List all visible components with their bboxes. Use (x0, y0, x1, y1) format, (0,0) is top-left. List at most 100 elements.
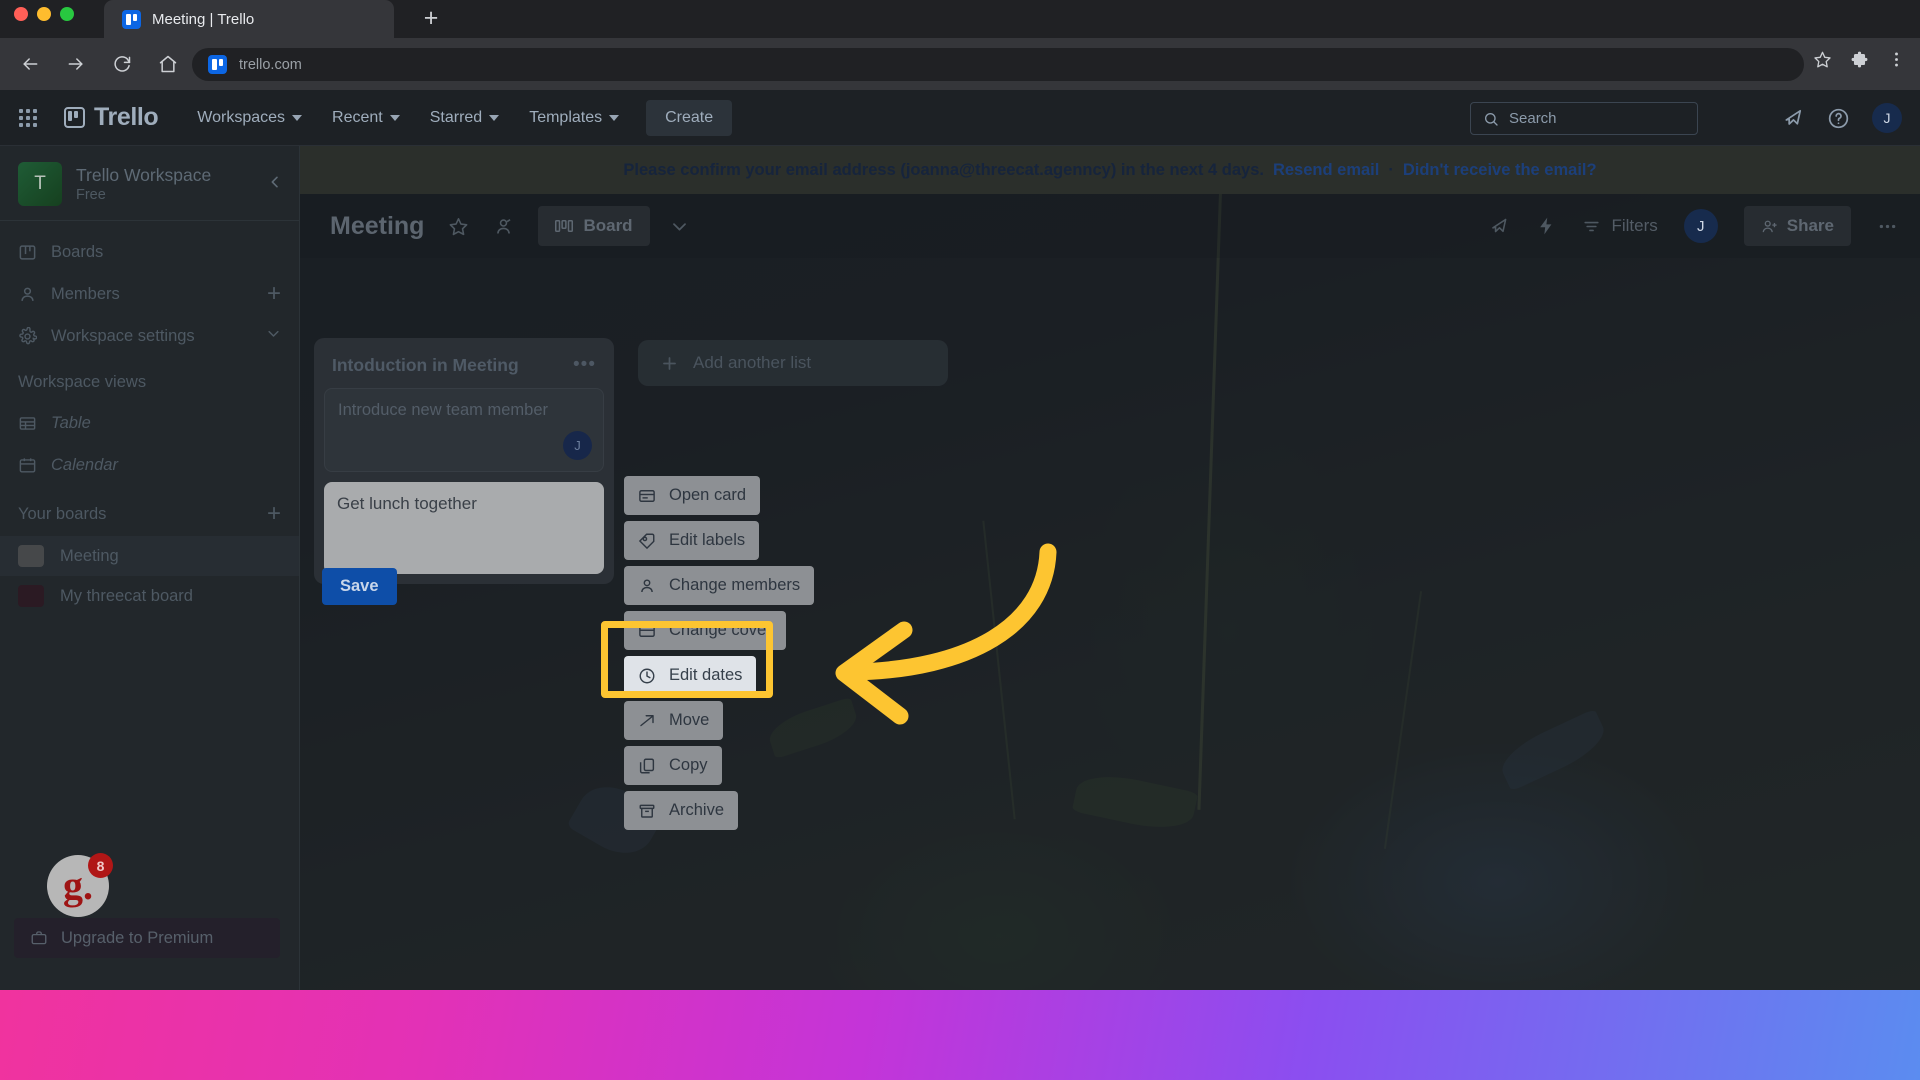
board-list: Intoduction in Meeting ••• Introduce new… (314, 338, 614, 584)
minimize-window-button[interactable] (37, 7, 51, 21)
rocket-icon[interactable] (1489, 216, 1510, 237)
add-member-button[interactable]: + (267, 282, 281, 306)
context-menu-item-change-members[interactable]: Change members (624, 566, 814, 605)
workspace-views-heading: Workspace views (0, 357, 299, 402)
browser-menu-icon[interactable] (1887, 50, 1906, 69)
add-another-list-button[interactable]: Add another list (638, 340, 948, 386)
workspace-header[interactable]: T Trello Workspace Free (0, 146, 299, 221)
reload-icon[interactable] (106, 48, 138, 80)
workspace-views-heading-label: Workspace views (18, 373, 146, 392)
card-icon (638, 487, 656, 505)
nav-templates[interactable]: Templates (518, 102, 630, 134)
address-bar[interactable]: trello.com (192, 48, 1804, 81)
close-window-button[interactable] (14, 7, 28, 21)
add-board-button[interactable]: + (267, 502, 281, 526)
sidebar-item-boards[interactable]: Boards (0, 231, 299, 273)
new-tab-button[interactable]: + (418, 6, 444, 32)
browser-tab-bar: Meeting | Trello + (0, 0, 1920, 38)
sidebar-item-boards-label: Boards (51, 243, 103, 262)
sidebar-board-meeting[interactable]: Meeting (0, 536, 299, 576)
list-header: Intoduction in Meeting ••• (324, 348, 604, 388)
site-favicon (208, 55, 227, 74)
board-member-avatar[interactable]: J (1684, 209, 1718, 243)
search-input[interactable]: Search (1470, 102, 1698, 135)
sidebar-item-members[interactable]: Members + (0, 273, 299, 315)
resend-email-link[interactable]: Resend email (1273, 161, 1379, 180)
home-icon[interactable] (152, 48, 184, 80)
your-boards-heading-label: Your boards (18, 505, 106, 524)
user-avatar[interactable]: J (1872, 103, 1902, 133)
context-menu-item-copy[interactable]: Copy (624, 746, 722, 785)
chevron-down-icon[interactable] (266, 326, 281, 346)
context-menu-item-label: Copy (669, 756, 708, 775)
board-header: Meeting Board (300, 194, 1920, 258)
context-menu-item-archive[interactable]: Archive (624, 791, 738, 830)
save-button[interactable]: Save (322, 568, 397, 605)
board-thumbnail (18, 545, 44, 567)
workspace-avatar: T (18, 162, 62, 206)
briefcase-icon (30, 929, 48, 947)
window-traffic-lights[interactable] (14, 7, 74, 21)
share-button[interactable]: Share (1744, 206, 1851, 246)
forward-icon[interactable] (60, 48, 92, 80)
notifications-icon[interactable] (1782, 107, 1805, 130)
grammarly-badge[interactable]: g. 8 (47, 855, 109, 917)
board-view-chip[interactable]: Board (538, 206, 649, 246)
lightning-icon[interactable] (1536, 216, 1556, 236)
context-menu-item-edit-labels[interactable]: Edit labels (624, 521, 759, 560)
didnt-receive-email-link[interactable]: Didn't receive the email? (1403, 161, 1597, 180)
sidebar-item-members-label: Members (51, 285, 120, 304)
nav-starred-label: Starred (430, 109, 482, 127)
gear-icon (18, 327, 37, 346)
maximize-window-button[interactable] (60, 7, 74, 21)
label-icon (638, 532, 656, 550)
extensions-icon[interactable] (1850, 50, 1869, 69)
card-item-selected[interactable]: Get lunch together (324, 482, 604, 574)
add-another-list-label: Add another list (693, 353, 811, 373)
collapse-sidebar-button[interactable] (267, 174, 283, 196)
star-icon[interactable] (448, 216, 469, 237)
chevron-down-icon (489, 115, 499, 121)
chevron-down-icon (390, 115, 400, 121)
app-switcher-icon[interactable] (19, 107, 41, 129)
back-icon[interactable] (14, 48, 46, 80)
bookmark-star-icon[interactable] (1813, 50, 1832, 69)
chevron-down-icon[interactable] (670, 217, 689, 236)
archive-icon (638, 802, 656, 820)
board-icon (18, 243, 37, 262)
create-button[interactable]: Create (646, 100, 732, 136)
nav-workspaces[interactable]: Workspaces (186, 102, 313, 134)
upgrade-to-premium-label: Upgrade to Premium (61, 929, 213, 948)
context-menu-item-move[interactable]: Move (624, 701, 723, 740)
help-icon[interactable] (1827, 107, 1850, 130)
context-menu-item-open-card[interactable]: Open card (624, 476, 760, 515)
sidebar-board-my-threecat-board[interactable]: My threecat board (0, 576, 299, 616)
browser-tab[interactable]: Meeting | Trello (104, 0, 394, 38)
list-menu-icon[interactable]: ••• (573, 354, 596, 376)
board-thumbnail (18, 585, 44, 607)
trello-top-navigation: Trello Workspaces Recent Starred Templat… (0, 90, 1920, 146)
sidebar-item-table[interactable]: Table (0, 402, 299, 444)
list-title[interactable]: Intoduction in Meeting (332, 355, 519, 376)
sidebar-item-calendar[interactable]: Calendar (0, 444, 299, 486)
sidebar-item-workspace-settings[interactable]: Workspace settings (0, 315, 299, 357)
bottom-gradient-strip (0, 990, 1920, 1080)
trello-logo[interactable]: Trello (64, 103, 158, 132)
trello-logo-icon (64, 107, 85, 128)
nav-recent[interactable]: Recent (321, 102, 411, 134)
board-visibility-icon[interactable] (493, 216, 514, 237)
card-item[interactable]: Introduce new team member J (324, 388, 604, 472)
filters-label: Filters (1611, 216, 1657, 236)
share-label: Share (1787, 216, 1834, 236)
context-menu-item-label: Move (669, 711, 709, 730)
upgrade-to-premium-button[interactable]: Upgrade to Premium (14, 918, 280, 958)
card-member-avatar: J (563, 431, 592, 460)
search-icon (1483, 111, 1499, 127)
annotation-highlight-box (601, 621, 773, 698)
filters-button[interactable]: Filters (1582, 216, 1657, 236)
board-view-label: Board (583, 216, 632, 236)
nav-starred[interactable]: Starred (419, 102, 510, 134)
board-more-menu-icon[interactable] (1877, 216, 1898, 237)
context-menu-item-label: Edit labels (669, 531, 745, 550)
card-title: Get lunch together (337, 494, 477, 513)
